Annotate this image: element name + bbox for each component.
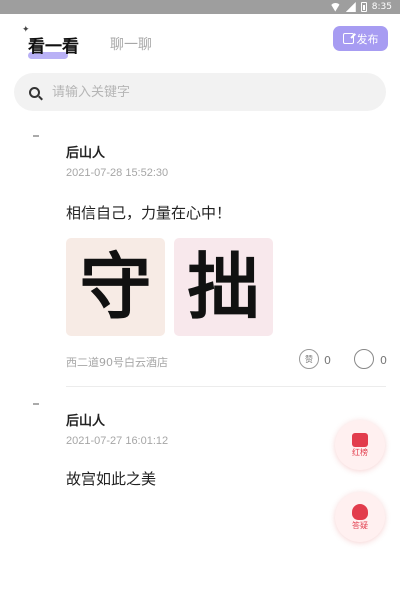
red-list-icon	[352, 433, 368, 447]
search-icon	[29, 86, 40, 98]
avatar	[33, 403, 39, 405]
tab-look[interactable]: ✦ 看一看	[22, 25, 79, 59]
post-image[interactable]: 守	[66, 238, 165, 336]
header: ✦ 看一看 聊一聊 发布	[0, 14, 400, 64]
post-author: 后山人	[66, 146, 106, 161]
post-card[interactable]: 后山人 2021-07-28 15:52:30 相信自己，力量在心中！ 守 拙 …	[0, 130, 400, 388]
search-bar[interactable]	[14, 73, 386, 111]
tab-chat[interactable]: 聊一聊	[110, 34, 152, 54]
qa-label: 答疑	[352, 521, 368, 530]
publish-button[interactable]: 发布	[333, 26, 388, 51]
comment-count: 0	[380, 354, 387, 367]
post-image[interactable]: 拙	[174, 238, 273, 336]
red-list-button[interactable]: 红榜	[335, 420, 385, 470]
post-location: 西二道90号白云酒店	[66, 356, 168, 369]
wifi-icon	[329, 2, 341, 12]
search-input[interactable]	[52, 84, 352, 100]
qa-button[interactable]: 答疑	[335, 492, 385, 542]
edit-icon	[342, 33, 354, 44]
publish-label: 发布	[356, 32, 379, 46]
comment-icon[interactable]	[354, 349, 374, 369]
sparkle-icon: ✦	[22, 25, 30, 35]
post-content: 相信自己，力量在心中！	[66, 204, 232, 222]
post-time: 2021-07-28 15:52:30	[66, 167, 169, 179]
divider	[66, 386, 386, 387]
status-icons: 8:35	[329, 1, 392, 13]
avatar	[33, 135, 39, 137]
like-count: 0	[324, 354, 331, 367]
like-icon[interactable]: 赞	[299, 349, 319, 369]
status-time: 8:35	[371, 2, 392, 12]
post-content: 故宫如此之美	[66, 470, 157, 488]
qa-icon	[352, 504, 368, 520]
tab-look-label: 看一看	[28, 37, 79, 57]
post-author: 后山人	[66, 414, 106, 429]
signal-icon	[345, 2, 356, 12]
post-time: 2021-07-27 16:01:12	[66, 435, 169, 447]
red-list-label: 红榜	[352, 448, 368, 457]
status-bar: 8:35	[0, 0, 400, 14]
battery-icon	[360, 2, 367, 12]
